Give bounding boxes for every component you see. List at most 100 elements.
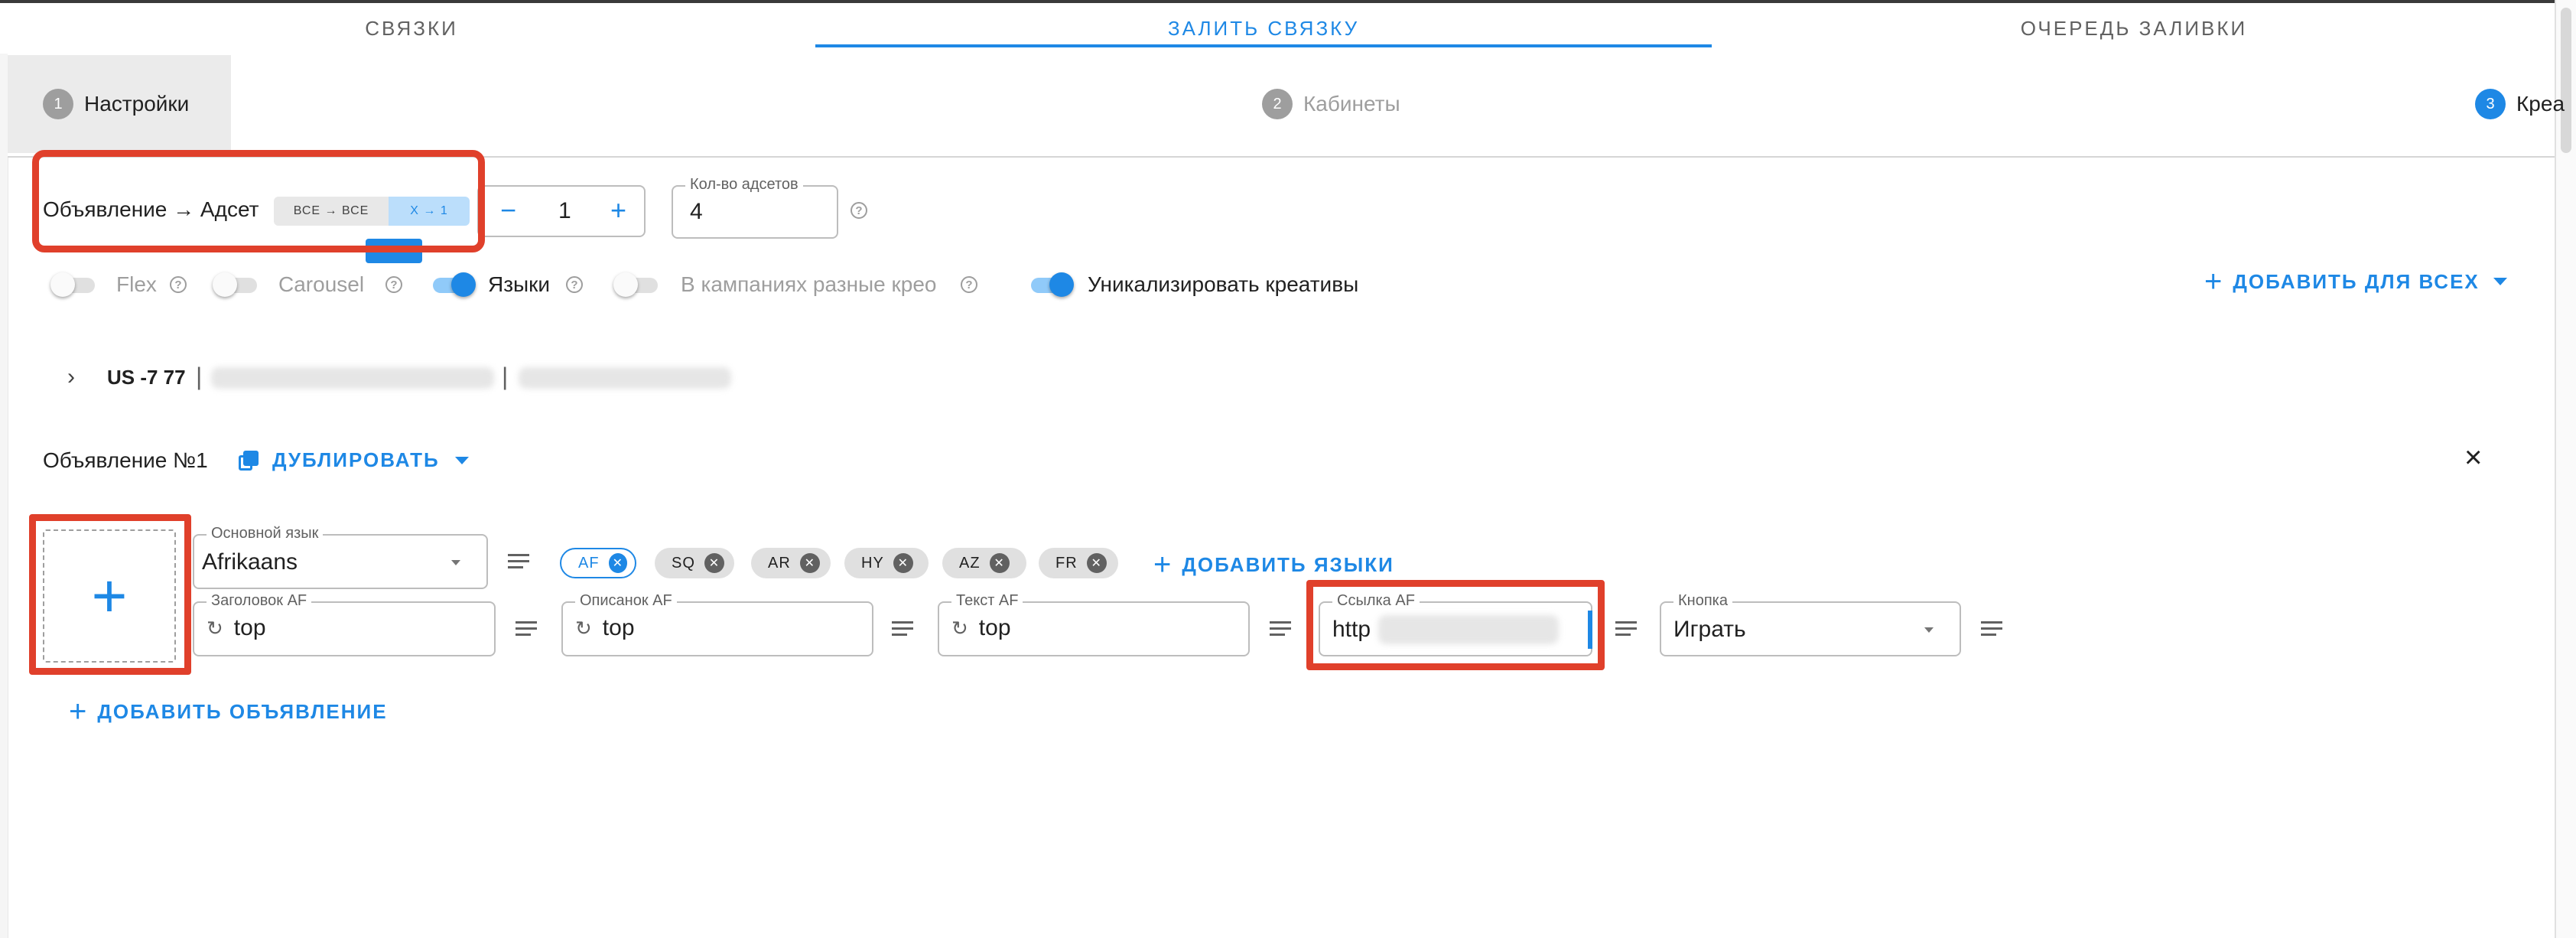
refresh-icon[interactable]: ↻ bbox=[951, 617, 968, 640]
button-select[interactable]: Кнопка Играть bbox=[1660, 592, 1961, 656]
button-value: Играть bbox=[1673, 617, 1746, 642]
close-icon[interactable]: ✕ bbox=[608, 553, 627, 573]
add-ad-label: ДОБАВИТЬ ОБЪЯВЛЕНИЕ bbox=[97, 699, 388, 723]
text-value: top bbox=[978, 615, 1011, 640]
flex-toggle[interactable] bbox=[50, 272, 96, 297]
language-chip[interactable]: FR ✕ bbox=[1039, 548, 1118, 578]
chip-label: FR bbox=[1055, 554, 1078, 572]
different-creatives-label: В кампаниях разные крео bbox=[681, 272, 937, 296]
refresh-icon[interactable]: ↻ bbox=[575, 617, 592, 640]
ad-title: Объявление №1 bbox=[43, 448, 208, 472]
step-settings[interactable]: 1 Настройки bbox=[43, 89, 189, 119]
help-icon[interactable]: ? bbox=[851, 202, 867, 219]
quantity-stepper: − 1 + bbox=[477, 185, 646, 237]
close-icon[interactable]: ✕ bbox=[1086, 553, 1107, 573]
description-value: top bbox=[602, 615, 635, 640]
headline-field[interactable]: Заголовок AF ↻ top bbox=[193, 592, 496, 656]
scrollbar[interactable] bbox=[2555, 0, 2576, 938]
separator: | bbox=[502, 363, 509, 390]
increment-button[interactable]: + bbox=[610, 194, 626, 226]
plus-icon: + bbox=[2204, 265, 2224, 298]
main-language-label: Основной язык bbox=[207, 525, 324, 542]
duplicate-button[interactable]: ДУБЛИРОВАТЬ bbox=[239, 448, 469, 472]
description-field[interactable]: Описанок AF ↻ top bbox=[561, 592, 873, 656]
description-label: Описанок AF bbox=[575, 592, 677, 610]
chip-label: AR bbox=[768, 554, 791, 572]
text-lines-icon[interactable] bbox=[1270, 621, 1291, 637]
help-icon[interactable]: ? bbox=[961, 276, 977, 293]
chevron-right-icon[interactable]: › bbox=[67, 364, 75, 390]
add-languages-label: ДОБАВИТЬ ЯЗЫКИ bbox=[1182, 552, 1394, 576]
languages-toggle[interactable] bbox=[428, 272, 476, 297]
adsets-count-field[interactable]: Кол-во адсетов 4 bbox=[672, 176, 838, 239]
help-icon[interactable]: ? bbox=[385, 276, 402, 293]
duplicate-label: ДУБЛИРОВАТЬ bbox=[272, 448, 440, 471]
chip-label: AF bbox=[578, 554, 600, 572]
chip-label: AZ bbox=[959, 554, 981, 572]
chevron-down-icon bbox=[451, 560, 460, 565]
step-creatives[interactable]: 3 Креа bbox=[2475, 89, 2565, 119]
step-cabinets[interactable]: 2 Кабинеты bbox=[1262, 89, 1400, 119]
help-icon[interactable]: ? bbox=[170, 276, 187, 293]
add-for-all-label: ДОБАВИТЬ ДЛЯ ВСЕХ bbox=[2233, 269, 2480, 293]
headline-label: Заголовок AF bbox=[207, 592, 312, 610]
close-icon[interactable]: ✕ bbox=[893, 553, 913, 573]
tab-upload-queue[interactable]: ОЧЕРЕДЬ ЗАЛИВКИ bbox=[1713, 3, 2555, 54]
chip-label: HY bbox=[861, 554, 884, 572]
text-lines-icon[interactable] bbox=[892, 621, 913, 637]
languages-label: Языки bbox=[488, 272, 551, 296]
help-icon[interactable]: ? bbox=[566, 276, 583, 293]
add-ad-button[interactable]: + ДОБАВИТЬ ОБЪЯВЛЕНИЕ bbox=[69, 696, 388, 727]
step-label: Кабинеты bbox=[1303, 92, 1400, 116]
main-language-value: Afrikaans bbox=[202, 549, 298, 575]
redacted-text bbox=[519, 367, 731, 389]
main-language-select[interactable]: Основной язык Afrikaans bbox=[193, 525, 488, 589]
adsets-count-value: 4 bbox=[690, 199, 703, 224]
copy-icon bbox=[239, 450, 259, 471]
close-icon[interactable]: × bbox=[2464, 441, 2482, 475]
language-chip[interactable]: AF ✕ bbox=[560, 548, 636, 578]
separator: | bbox=[196, 363, 203, 390]
language-chip[interactable]: SQ ✕ bbox=[655, 548, 734, 578]
uniqualize-label: Уникализировать креативы bbox=[1088, 272, 1359, 296]
text-lines-icon[interactable] bbox=[1615, 621, 1637, 637]
plus-icon: + bbox=[69, 695, 89, 728]
text-lines-icon[interactable] bbox=[516, 621, 537, 637]
highlight-link-field bbox=[1306, 580, 1605, 670]
refresh-icon[interactable]: ↻ bbox=[207, 617, 223, 640]
uniqualize-toggle[interactable] bbox=[1026, 272, 1074, 297]
scrollbar-thumb[interactable] bbox=[2561, 8, 2571, 153]
redacted-text bbox=[211, 367, 494, 389]
plus-icon: + bbox=[1153, 548, 1173, 581]
active-tab-indicator bbox=[815, 44, 1712, 47]
adsets-count-label: Кол-во адсетов bbox=[685, 176, 803, 194]
headline-value: top bbox=[233, 615, 266, 640]
tab-bundles[interactable]: СВЯЗКИ bbox=[14, 3, 809, 54]
step-number: 1 bbox=[43, 89, 73, 119]
close-icon[interactable]: ✕ bbox=[704, 553, 724, 573]
chevron-down-icon bbox=[1924, 627, 1934, 633]
close-icon[interactable]: ✕ bbox=[989, 553, 1010, 573]
language-chip[interactable]: AR ✕ bbox=[751, 548, 831, 578]
left-edge bbox=[0, 54, 8, 938]
campaign-title: US -7 77 bbox=[107, 366, 186, 389]
decrement-button[interactable]: − bbox=[500, 194, 516, 226]
add-for-all-button[interactable]: + ДОБАВИТЬ ДЛЯ ВСЕХ bbox=[2204, 266, 2507, 297]
text-lines-icon[interactable] bbox=[1981, 621, 2002, 637]
button-label: Кнопка bbox=[1673, 592, 1732, 610]
language-chip[interactable]: AZ ✕ bbox=[942, 548, 1026, 578]
step-number: 2 bbox=[1262, 89, 1293, 119]
different-creatives-toggle[interactable] bbox=[613, 272, 659, 297]
carousel-label: Carousel bbox=[278, 272, 365, 296]
chevron-down-icon bbox=[2493, 278, 2507, 285]
add-languages-button[interactable]: + ДОБАВИТЬ ЯЗЫКИ bbox=[1153, 549, 1394, 580]
carousel-toggle[interactable] bbox=[213, 272, 259, 297]
close-icon[interactable]: ✕ bbox=[799, 553, 820, 573]
flex-label: Flex bbox=[116, 272, 157, 296]
highlight-mapping bbox=[32, 150, 485, 252]
text-label: Текст AF bbox=[951, 592, 1023, 610]
step-number: 3 bbox=[2475, 89, 2506, 119]
language-chip[interactable]: HY ✕ bbox=[844, 548, 929, 578]
text-lines-icon[interactable] bbox=[508, 554, 529, 569]
text-field[interactable]: Текст AF ↻ top bbox=[938, 592, 1250, 656]
